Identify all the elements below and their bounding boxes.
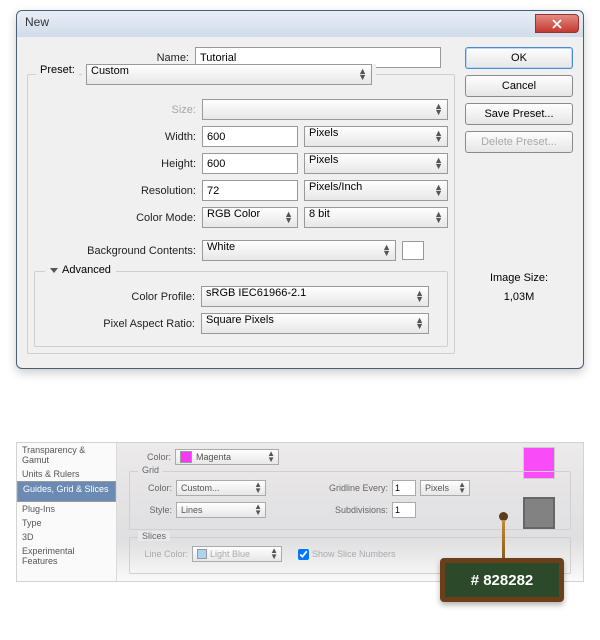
cancel-button[interactable]: Cancel: [465, 75, 573, 97]
advanced-label: Advanced: [62, 264, 111, 276]
close-icon: [552, 19, 562, 29]
updown-icon: ▲▼: [434, 211, 443, 223]
prefs-side-item[interactable]: Type: [17, 516, 116, 530]
advanced-group: Advanced Color Profile: sRGB IEC61966-2.…: [34, 271, 448, 347]
delete-preset-button: Delete Preset...: [465, 131, 573, 153]
color-mode-select[interactable]: RGB Color ▲▼: [202, 207, 298, 228]
prefs-side-item[interactable]: Experimental Features: [17, 544, 116, 568]
resolution-input[interactable]: [202, 180, 298, 201]
width-unit-select[interactable]: Pixels ▲▼: [304, 126, 448, 147]
grid-color-preview[interactable]: [523, 497, 555, 529]
bg-color-swatch[interactable]: [402, 241, 424, 260]
gridline-every-input[interactable]: [392, 480, 416, 496]
updown-icon: ▲▼: [415, 317, 424, 329]
size-label: Size:: [34, 104, 202, 116]
slices-linecolor-label: Line Color:: [138, 549, 188, 559]
disclosure-triangle-icon[interactable]: [50, 268, 58, 273]
guides-color-label: Color:: [129, 452, 171, 462]
prefs-side-item[interactable]: Plug-Ins: [17, 502, 116, 516]
name-label: Name:: [27, 52, 195, 64]
width-input[interactable]: [202, 126, 298, 147]
prefs-side-item[interactable]: 3D: [17, 530, 116, 544]
gridline-unit-select[interactable]: Pixels ▲▼: [420, 480, 470, 496]
prefs-side-item[interactable]: Units & Rulers: [17, 467, 116, 481]
grid-color-select[interactable]: Custom... ▲▼: [176, 480, 266, 496]
titlebar[interactable]: New: [17, 11, 583, 37]
updown-icon: ▲▼: [434, 130, 443, 142]
resolution-label: Resolution:: [34, 185, 202, 197]
updown-icon: ▲▼: [382, 244, 391, 256]
subdivisions-input[interactable]: [392, 502, 416, 518]
updown-icon: ▲▼: [434, 157, 443, 169]
magenta-swatch-icon: [180, 451, 192, 463]
bg-contents-label: Background Contents:: [34, 245, 202, 257]
color-mode-label: Color Mode:: [34, 212, 202, 224]
updown-icon: ▲▼: [254, 504, 262, 516]
new-document-dialog: New Name: Preset: Cust: [16, 10, 584, 369]
prefs-sidebar: Transparency & GamutUnits & RulersGuides…: [17, 443, 117, 581]
ok-button[interactable]: OK: [465, 47, 573, 69]
width-label: Width:: [34, 131, 202, 143]
resolution-unit-select[interactable]: Pixels/Inch ▲▼: [304, 180, 448, 201]
close-button[interactable]: [535, 14, 579, 33]
show-slice-numbers-checkbox[interactable]: Show Slice Numbers: [298, 549, 396, 560]
slices-linecolor-select: Light Blue ▲▼: [192, 546, 282, 562]
title-text: New: [25, 15, 49, 29]
grid-style-select[interactable]: Lines ▲▼: [176, 502, 266, 518]
pointer-stick-icon: [502, 520, 505, 558]
subdivisions-label: Subdivisions:: [326, 505, 388, 515]
color-profile-label: Color Profile:: [41, 291, 201, 303]
grid-style-label: Style:: [138, 505, 172, 515]
par-select[interactable]: Square Pixels ▲▼: [201, 313, 429, 334]
preset-group: Preset: Custom ▲▼ Size: ▲▼: [27, 74, 455, 354]
height-label: Height:: [34, 158, 202, 170]
height-unit-select[interactable]: Pixels ▲▼: [304, 153, 448, 174]
color-profile-select[interactable]: sRGB IEC61966-2.1 ▲▼: [201, 286, 429, 307]
updown-icon: ▲▼: [358, 68, 367, 80]
updown-icon: ▲▼: [434, 184, 443, 196]
grid-color-label: Color:: [138, 483, 172, 493]
updown-icon: ▲▼: [270, 548, 278, 560]
par-label: Pixel Aspect Ratio:: [41, 318, 201, 330]
preset-select[interactable]: Custom ▲▼: [86, 64, 372, 85]
bg-contents-select[interactable]: White ▲▼: [202, 240, 396, 261]
updown-icon: ▲▼: [434, 103, 443, 115]
image-size-display: Image Size: 1,03M: [465, 269, 573, 306]
save-preset-button[interactable]: Save Preset...: [465, 103, 573, 125]
updown-icon: ▲▼: [254, 482, 262, 494]
updown-icon: ▲▼: [458, 482, 466, 494]
hex-callout: # 828282: [440, 558, 564, 602]
gridline-every-label: Gridline Every:: [326, 483, 388, 493]
preset-label: Preset:: [40, 64, 75, 76]
bit-depth-select[interactable]: 8 bit ▲▼: [304, 207, 448, 228]
updown-icon: ▲▼: [284, 211, 293, 223]
updown-icon: ▲▼: [267, 451, 275, 463]
hex-board: # 828282: [440, 558, 564, 602]
prefs-side-item[interactable]: Transparency & Gamut: [17, 443, 116, 467]
lightblue-swatch-icon: [197, 549, 207, 559]
height-input[interactable]: [202, 153, 298, 174]
updown-icon: ▲▼: [415, 290, 424, 302]
guides-color-select[interactable]: Magenta ▲▼: [175, 449, 279, 465]
size-select: ▲▼: [202, 99, 448, 120]
prefs-side-item[interactable]: Guides, Grid & Slices: [17, 481, 116, 502]
